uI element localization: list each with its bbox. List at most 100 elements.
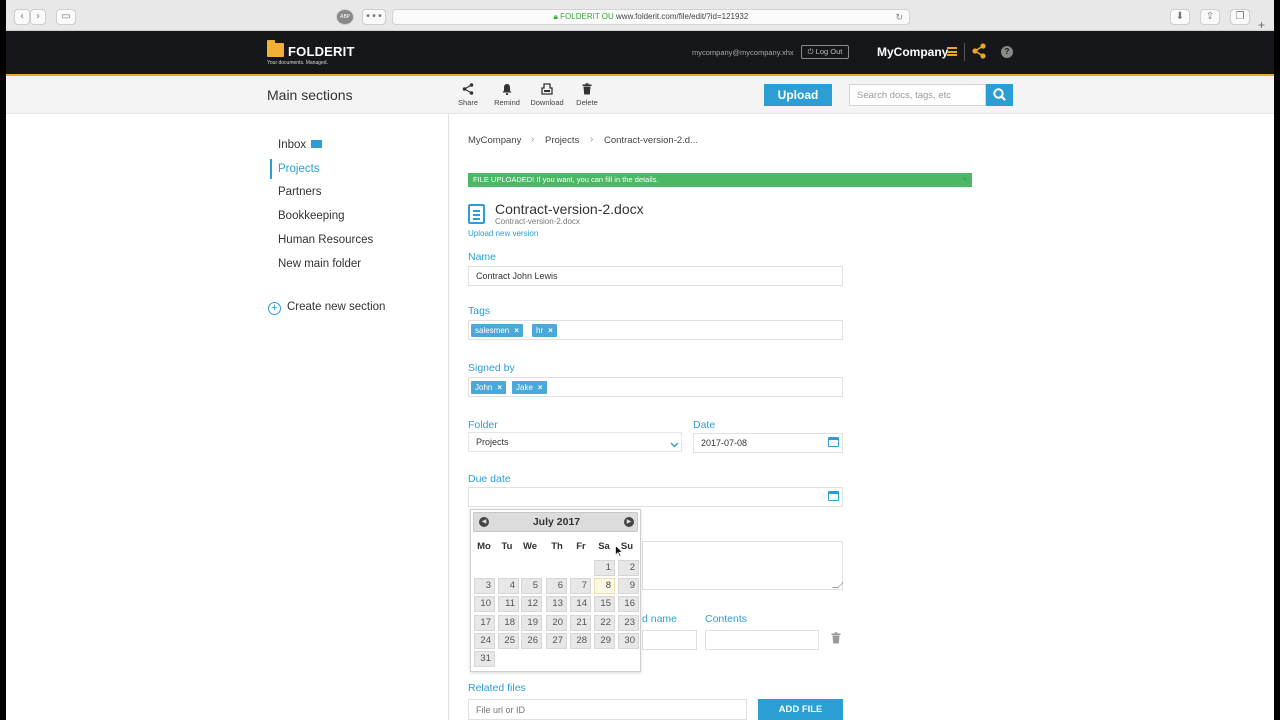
reload-icon[interactable]: ↻ <box>895 10 903 24</box>
calendar-day[interactable]: 17 <box>474 614 495 631</box>
remove-field-trash-icon[interactable] <box>831 631 841 649</box>
calendar-day[interactable]: 27 <box>546 632 567 649</box>
calendar-day[interactable]: 4 <box>498 578 519 595</box>
name-field[interactable]: Contract John Lewis <box>468 266 843 286</box>
sidebar-item-label: Bookkeeping <box>278 210 345 222</box>
folder-select[interactable]: Projects <box>468 432 682 452</box>
calendar-day[interactable]: 18 <box>498 614 519 631</box>
share-network-icon[interactable] <box>971 43 987 64</box>
calendar-day[interactable]: 5 <box>521 578 542 595</box>
resize-handle-icon[interactable] <box>832 582 844 588</box>
calendar-day[interactable]: 28 <box>570 632 591 649</box>
calendar-day[interactable]: 11 <box>498 596 519 613</box>
sidebar-item-label: Inbox <box>278 139 307 151</box>
company-selector[interactable]: MyCompany <box>877 45 948 59</box>
folderit-logo-icon[interactable] <box>267 40 284 57</box>
sidebar-item-inbox[interactable]: Inbox <box>278 139 323 151</box>
remind-button[interactable]: Remind <box>485 83 529 107</box>
close-icon[interactable]: × <box>962 173 967 187</box>
calendar-day[interactable]: 30 <box>618 632 639 649</box>
calendar-day[interactable]: 20 <box>546 614 567 631</box>
calendar-day[interactable]: 3 <box>474 578 495 595</box>
user-email: mycompany@mycompany.xhx <box>692 48 794 57</box>
power-icon: ⏻ <box>807 47 814 56</box>
upload-button[interactable]: Upload <box>764 84 832 106</box>
calendar-day[interactable]: 13 <box>546 596 567 613</box>
remove-signer-icon[interactable]: × <box>538 383 543 392</box>
extensions-icon[interactable]: ••• <box>362 9 386 25</box>
calendar-day[interactable]: 14 <box>570 596 591 613</box>
app-header <box>6 31 1274 74</box>
calendar-day[interactable]: 10 <box>474 596 495 613</box>
sidebar-item-projects[interactable]: Projects <box>278 163 320 175</box>
download-indicator-icon[interactable]: ⬇ <box>1170 9 1190 25</box>
sidebar-toggle-icon[interactable]: ▭ <box>56 9 76 25</box>
tags-field[interactable]: salesmen × hr × <box>468 320 843 340</box>
share-button[interactable]: Share <box>446 83 490 107</box>
calendar-day[interactable]: 12 <box>521 596 542 613</box>
upload-new-version-link[interactable]: Upload new version <box>468 229 538 238</box>
calendar-day[interactable]: 25 <box>498 632 519 649</box>
download-button[interactable]: Download <box>525 83 569 107</box>
search-button[interactable] <box>986 84 1013 106</box>
share-browser-icon[interactable]: ⇪ <box>1200 9 1220 25</box>
calendar-day[interactable]: 31 <box>474 651 495 667</box>
tag-chip: hr × <box>532 324 557 337</box>
signed-by-field[interactable]: John × Jake × <box>468 377 843 397</box>
file-url-input[interactable] <box>468 699 747 720</box>
calendar-icon[interactable] <box>828 491 839 501</box>
due-date-label: Due date <box>468 473 511 485</box>
active-indicator <box>270 159 272 179</box>
calendar-day[interactable]: 1 <box>594 560 615 576</box>
back-icon[interactable]: ‹ <box>14 9 30 25</box>
next-month-icon[interactable]: ▶ <box>624 517 634 527</box>
logout-button[interactable]: ⏻ Log Out <box>801 45 849 59</box>
browser-toolbar: ‹ › ▭ ABP ••• 🔒︎ FOLDERIT OU www.folderi… <box>6 0 1274 32</box>
calendar-icon[interactable] <box>828 437 839 447</box>
hamburger-menu-icon[interactable] <box>947 47 957 56</box>
remove-signer-icon[interactable]: × <box>497 383 502 392</box>
calendar-day[interactable]: 6 <box>546 578 567 595</box>
calendar-day[interactable]: 21 <box>570 614 591 631</box>
tabs-icon[interactable]: ❐ <box>1230 9 1250 25</box>
search-icon <box>993 88 1006 101</box>
create-section-button[interactable]: + Create new section <box>268 301 385 315</box>
forward-icon[interactable]: › <box>30 9 46 25</box>
date-field[interactable]: 2017-07-08 <box>693 433 843 453</box>
breadcrumb-item[interactable]: MyCompany <box>468 135 521 146</box>
calendar-day[interactable]: 2 <box>618 560 639 576</box>
due-date-field[interactable] <box>468 487 843 507</box>
calendar-day[interactable]: 23 <box>618 614 639 631</box>
calendar-day[interactable]: 24 <box>474 632 495 649</box>
calendar-day[interactable]: 26 <box>521 632 542 649</box>
contents-input[interactable] <box>705 630 819 650</box>
url-bar[interactable]: 🔒︎ FOLDERIT OU www.folderit.com/file/edi… <box>392 9 910 25</box>
calendar-day[interactable]: 16 <box>618 596 639 613</box>
field-name-input[interactable] <box>642 630 697 650</box>
calendar-day[interactable]: 8 <box>594 578 615 595</box>
calendar-day[interactable]: 22 <box>594 614 615 631</box>
tags-label: Tags <box>468 305 491 317</box>
add-file-button[interactable]: ADD FILE <box>758 699 843 720</box>
sidebar-item-bookkeeping[interactable]: Bookkeeping <box>278 210 345 222</box>
description-textarea[interactable] <box>642 541 844 590</box>
calendar-day[interactable]: 19 <box>521 614 542 631</box>
logo-text[interactable]: FOLDERIT <box>288 44 355 59</box>
calendar-day[interactable]: 7 <box>570 578 591 595</box>
help-icon[interactable]: ? <box>1001 46 1013 58</box>
sidebar-item-new-main-folder[interactable]: New main folder <box>278 258 361 270</box>
calendar-day[interactable]: 9 <box>618 578 639 595</box>
new-tab-icon[interactable]: + <box>1258 18 1265 32</box>
remove-tag-icon[interactable]: × <box>514 326 519 335</box>
calendar-day[interactable]: 29 <box>594 632 615 649</box>
calendar-day[interactable]: 15 <box>594 596 615 613</box>
delete-button[interactable]: Delete <box>565 83 609 107</box>
document-icon <box>468 204 485 224</box>
remove-tag-icon[interactable]: × <box>548 326 553 335</box>
weekday-header: Mo <box>477 541 491 552</box>
sidebar-item-human-resources[interactable]: Human Resources <box>278 234 373 246</box>
sidebar-item-partners[interactable]: Partners <box>278 186 321 198</box>
adblock-icon[interactable]: ABP <box>336 9 354 25</box>
breadcrumb-item[interactable]: Projects <box>545 135 579 146</box>
search-input[interactable] <box>849 84 986 106</box>
